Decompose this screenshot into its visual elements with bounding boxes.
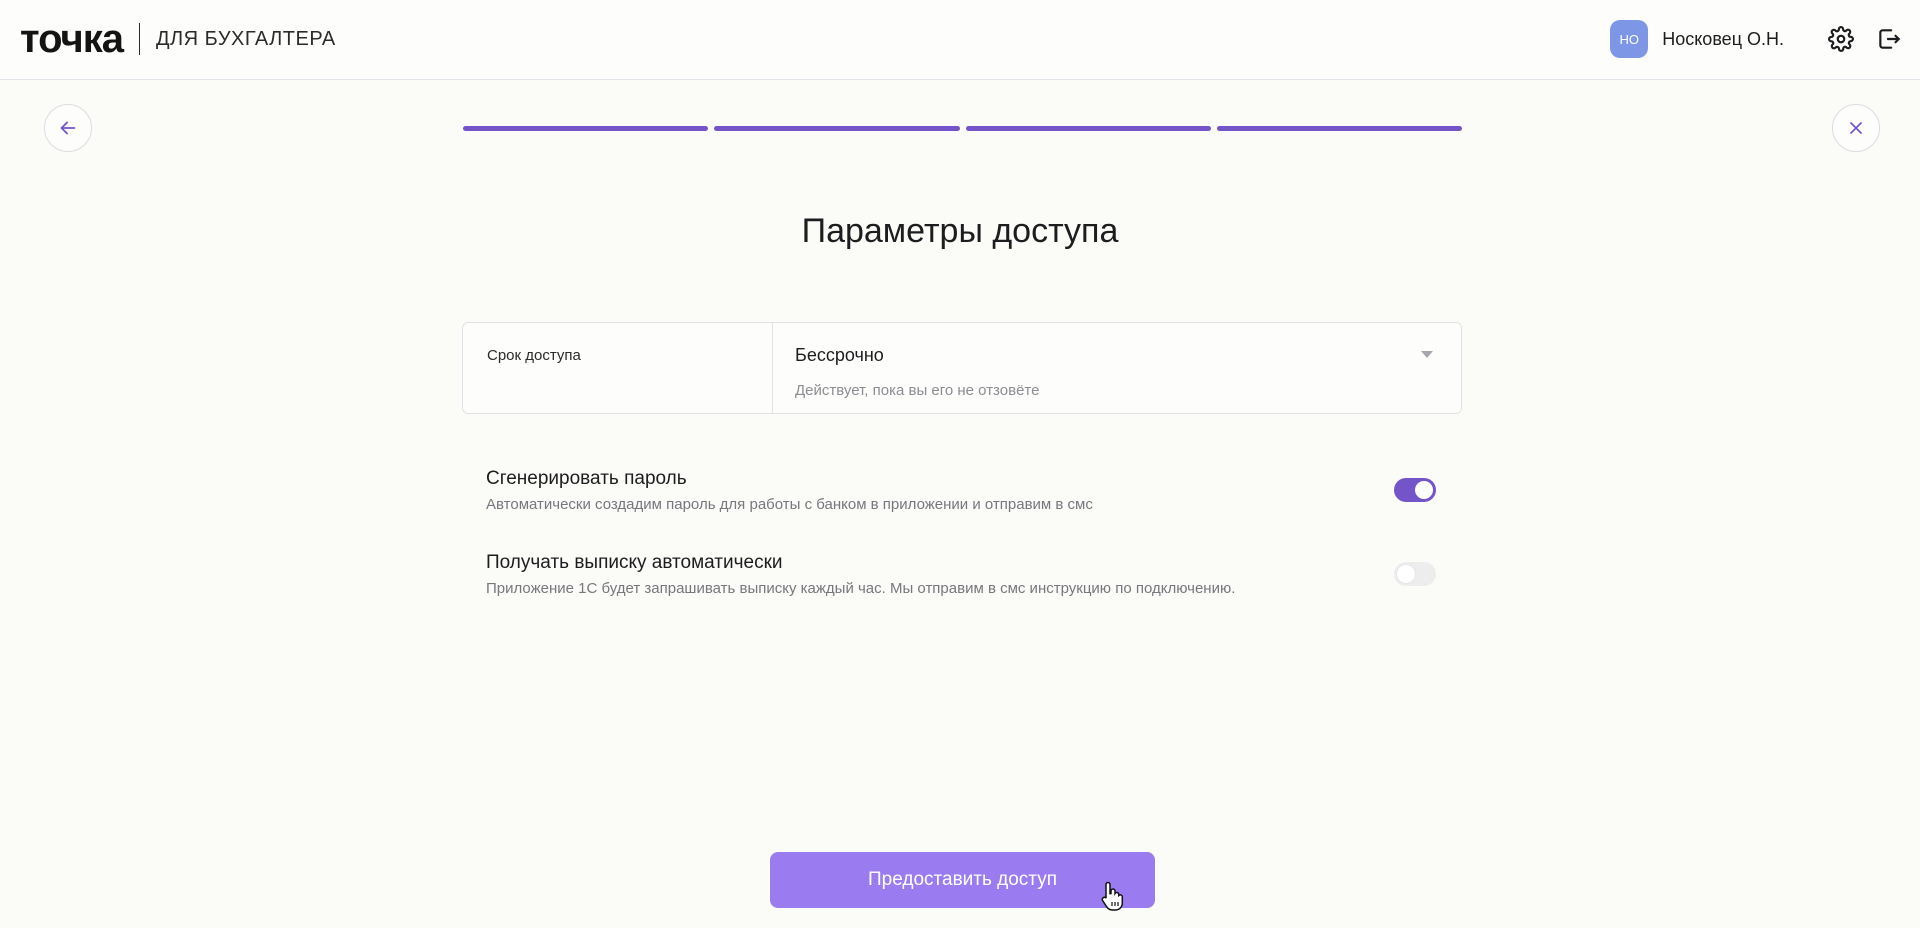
chevron-down-icon (1421, 351, 1433, 358)
access-period-label: Срок доступа (463, 323, 773, 413)
access-period-hint: Действует, пока вы его не отзовёте (795, 382, 1040, 399)
back-button[interactable] (44, 104, 92, 152)
generate-password-toggle[interactable] (1394, 478, 1436, 502)
page-title: Параметры доступа (801, 212, 1119, 250)
toggle-knob (1415, 481, 1433, 499)
toggle-knob (1397, 565, 1415, 583)
arrow-left-icon (60, 121, 76, 135)
header: точка ДЛЯ БУХГАЛТЕРА НО Носковец О.Н. (0, 0, 1920, 80)
option-description: Приложение 1С будет запрашивать выписку … (486, 580, 1236, 597)
page: точка ДЛЯ БУХГАЛТЕРА НО Носковец О.Н. Па… (0, 0, 1920, 928)
avatar: НО (1610, 20, 1649, 58)
option-title: Сгенерировать пароль (486, 468, 687, 489)
progress-step (1216, 126, 1462, 131)
progress-step (714, 126, 960, 131)
option-title: Получать выписку автоматически (486, 552, 783, 573)
progress-step (965, 126, 1211, 131)
gear-icon (1828, 26, 1854, 52)
logo-subtitle: ДЛЯ БУХГАЛТЕРА (156, 27, 336, 50)
close-button[interactable] (1832, 104, 1880, 152)
logout-button[interactable] (1874, 24, 1904, 54)
option-auto-statement: Получать выписку автоматически Приложени… (486, 552, 1436, 597)
logo-divider (139, 23, 140, 55)
option-generate-password: Сгенерировать пароль Автоматически созда… (486, 468, 1436, 513)
access-period-dropdown[interactable]: Бессрочно Действует, пока вы его не отзо… (773, 323, 1461, 413)
grant-access-button[interactable]: Предоставить доступ (770, 852, 1155, 908)
user-name: Носковец О.Н. (1662, 28, 1784, 49)
logout-icon (1879, 29, 1900, 49)
option-description: Автоматически создадим пароль для работы… (486, 496, 1093, 513)
settings-button[interactable] (1826, 24, 1856, 54)
logo[interactable]: точка ДЛЯ БУХГАЛТЕРА (20, 17, 336, 61)
logo-mark: точка (20, 17, 124, 61)
user-menu[interactable]: НО Носковец О.Н. (1610, 20, 1784, 58)
hand-pointer-cursor-icon (1101, 881, 1124, 911)
access-period-select[interactable]: Срок доступа Бессрочно Действует, пока в… (462, 322, 1462, 414)
access-period-value: Бессрочно (795, 345, 884, 365)
progress-steps (463, 126, 1462, 131)
progress-step (463, 126, 709, 131)
auto-statement-toggle[interactable] (1394, 562, 1436, 586)
close-icon (1850, 122, 1862, 134)
